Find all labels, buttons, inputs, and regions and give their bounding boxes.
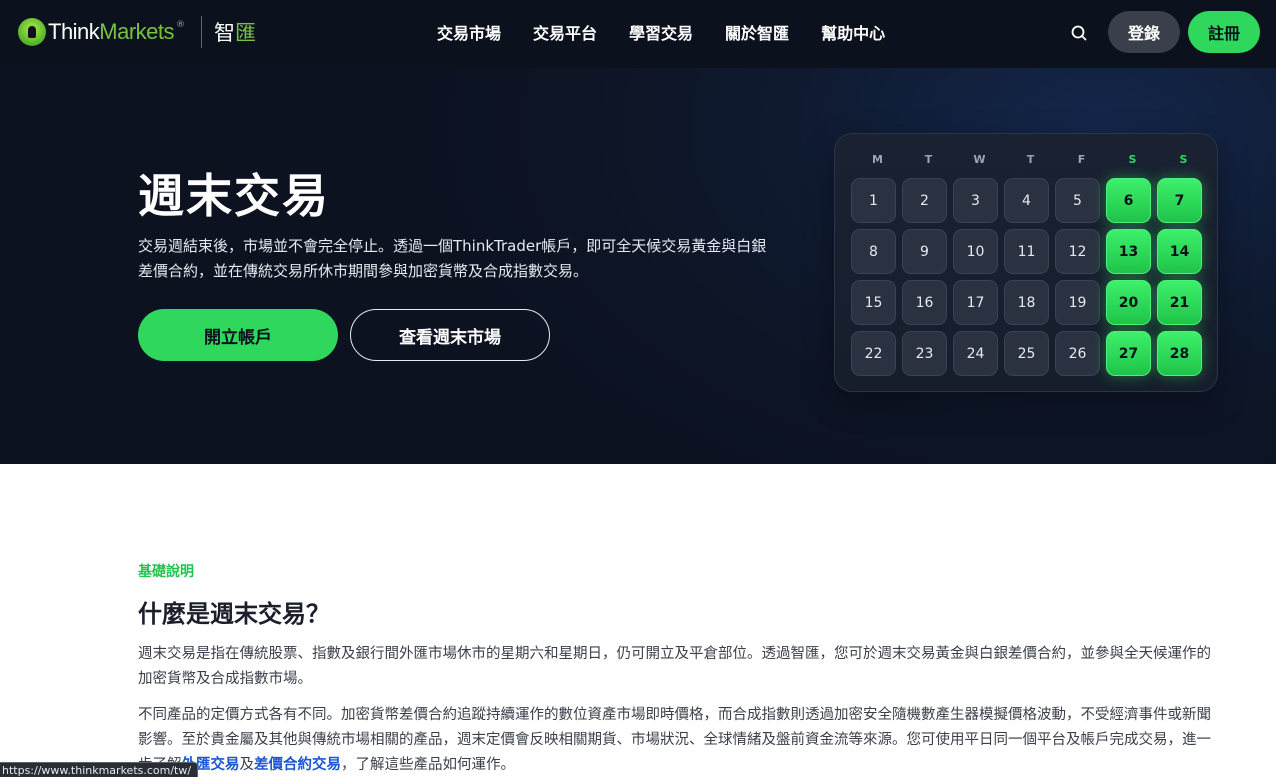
pricing-paragraph: 不同產品的定價方式各有不同。加密貨幣差價合約追蹤持續運作的數位資產市場即時價格，…	[138, 703, 1220, 777]
calendar-day: 24	[953, 331, 998, 376]
weekday-label: M	[872, 153, 883, 166]
calendar-weekday-header: M T W T F S S	[852, 153, 1209, 166]
calendar-day: 10	[953, 229, 998, 274]
pricing-paragraph-conjunction: 及	[239, 757, 255, 773]
calendar-day: 11	[1004, 229, 1049, 274]
calendar-day: 18	[1004, 280, 1049, 325]
section-eyebrow: 基礎說明	[138, 564, 194, 580]
nav-help-center[interactable]: 幫助中心	[821, 20, 885, 44]
hero-section: 週末交易 交易週結束後，市場並不會完全停止。透過一個ThinkTrader帳戶，…	[0, 68, 1276, 464]
nav-trading-markets[interactable]: 交易市場	[437, 20, 501, 44]
register-button[interactable]: 註冊	[1188, 11, 1260, 53]
calendar-day: 3	[953, 178, 998, 223]
calendar-day: 2	[902, 178, 947, 223]
weekend-calendar-graphic: M T W T F S S 1 2 3 4 5 6 7 8 9 10 11 12…	[834, 133, 1218, 392]
weekday-label-saturday: S	[1128, 153, 1137, 166]
weekday-label: T	[924, 153, 933, 166]
calendar-day: 26	[1055, 331, 1100, 376]
lightbulb-logo-icon	[18, 18, 46, 46]
view-weekend-markets-button[interactable]: 查看週末市場	[350, 309, 550, 361]
logo-text-zhi: 智	[214, 21, 236, 45]
weekday-label: W	[973, 153, 986, 166]
calendar-day: 4	[1004, 178, 1049, 223]
calendar-day-weekend: 7	[1157, 178, 1202, 223]
browser-status-url: https://www.thinkmarkets.com/tw/	[0, 762, 199, 777]
calendar-day: 9	[902, 229, 947, 274]
logo-registered-mark: ®	[176, 20, 186, 30]
section-title: 什麼是週末交易？	[138, 600, 330, 628]
calendar-day: 12	[1055, 229, 1100, 274]
calendar-day-weekend: 28	[1157, 331, 1202, 376]
weekday-label-sunday: S	[1179, 153, 1188, 166]
weekday-label: T	[1026, 153, 1035, 166]
login-button[interactable]: 登錄	[1108, 11, 1180, 53]
open-account-button[interactable]: 開立帳戶	[138, 309, 338, 361]
intro-paragraph: 週末交易是指在傳統股票、指數及銀行間外匯市場休市的星期六和星期日，仍可開立及平倉…	[138, 646, 1211, 687]
pricing-paragraph-end: ，了解這些產品如何運作。	[341, 757, 515, 773]
logo-text-hui: 匯	[235, 21, 257, 45]
what-is-weekend-trading-section: 基礎說明 什麼是週末交易？ 週末交易是指在傳統股票、指數及銀行間外匯市場休市的星…	[0, 464, 1276, 777]
calendar-day: 16	[902, 280, 947, 325]
nav-about[interactable]: 關於智匯	[725, 20, 789, 44]
logo-text-think: Think	[48, 19, 100, 44]
cfd-trading-link[interactable]: 差價合約交易	[254, 757, 341, 773]
hero-description: 交易週結束後，市場並不會完全停止。透過一個ThinkTrader帳戶，即可全天候…	[138, 237, 767, 280]
calendar-day: 5	[1055, 178, 1100, 223]
calendar-day-weekend: 27	[1106, 331, 1151, 376]
calendar-day: 22	[851, 331, 896, 376]
nav-trading-platforms[interactable]: 交易平台	[533, 20, 597, 44]
calendar-day: 8	[851, 229, 896, 274]
calendar-day-grid: 1 2 3 4 5 6 7 8 9 10 11 12 13 14 15 16 1…	[851, 178, 1202, 376]
calendar-day-weekend: 20	[1106, 280, 1151, 325]
thinkmarkets-logo[interactable]: Think Markets ® 智匯	[18, 16, 256, 48]
calendar-day: 25	[1004, 331, 1049, 376]
search-icon[interactable]	[1068, 22, 1090, 44]
calendar-day: 19	[1055, 280, 1100, 325]
hero-title: 週末交易	[138, 169, 330, 223]
calendar-day-weekend: 13	[1106, 229, 1151, 274]
calendar-day: 1	[851, 178, 896, 223]
logo-text-markets: Markets	[99, 19, 175, 44]
calendar-day-weekend: 21	[1157, 280, 1202, 325]
nav-learn-trading[interactable]: 學習交易	[629, 20, 693, 44]
calendar-day: 17	[953, 280, 998, 325]
logo-divider	[201, 16, 203, 48]
main-nav: 交易市場 交易平台 學習交易 關於智匯 幫助中心	[437, 20, 885, 44]
calendar-day-weekend: 6	[1106, 178, 1151, 223]
top-navbar: Think Markets ® 智匯 交易市場 交易平台 學習交易 關於智匯 幫助中…	[0, 0, 1276, 68]
calendar-day: 23	[902, 331, 947, 376]
calendar-day: 15	[851, 280, 896, 325]
calendar-day-weekend: 14	[1157, 229, 1202, 274]
weekday-label: F	[1077, 153, 1086, 166]
